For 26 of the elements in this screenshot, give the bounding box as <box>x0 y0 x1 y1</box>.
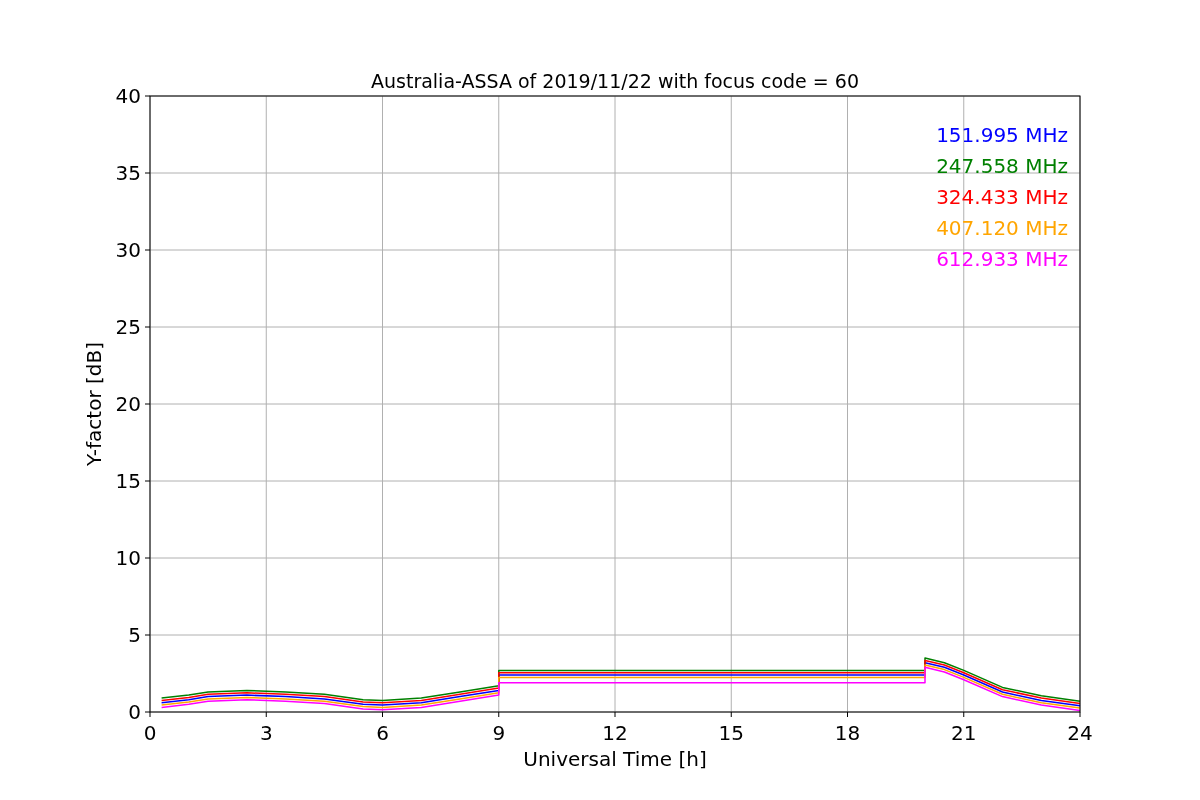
y-tick-label: 25 <box>115 315 141 339</box>
chart-title: Australia-ASSA of 2019/11/22 with focus code = 60 <box>371 70 859 92</box>
x-tick-label: 3 <box>259 721 273 745</box>
x-tick-label: 0 <box>143 721 157 745</box>
y-tick-label: 0 <box>128 700 141 724</box>
x-tick-label: 6 <box>376 721 389 745</box>
y-axis-label: Y-factor [dB] <box>82 342 106 466</box>
x-tick-label: 15 <box>718 721 744 745</box>
legend-label: 612.933 MHz <box>936 247 1068 271</box>
y-tick-label: 35 <box>115 161 141 185</box>
x-tick-label: 12 <box>602 721 628 745</box>
y-tick-label: 30 <box>115 238 141 262</box>
x-tick-label: 24 <box>1067 721 1093 745</box>
legend-label: 151.995 MHz <box>936 123 1068 147</box>
x-tick-label: 18 <box>834 721 861 745</box>
y-tick-label: 40 <box>115 84 141 108</box>
legend-label: 407.120 MHz <box>936 216 1068 240</box>
legend-label: 247.558 MHz <box>936 154 1068 178</box>
x-tick-label: 21 <box>951 721 977 745</box>
y-tick-label: 5 <box>128 623 141 647</box>
y-tick-label: 10 <box>115 546 141 570</box>
y-tick-label: 20 <box>115 392 141 416</box>
x-axis-label: Universal Time [h] <box>523 747 707 771</box>
y-tick-label: 15 <box>115 469 141 493</box>
legend-label: 324.433 MHz <box>936 185 1068 209</box>
x-tick-label: 9 <box>492 721 506 745</box>
